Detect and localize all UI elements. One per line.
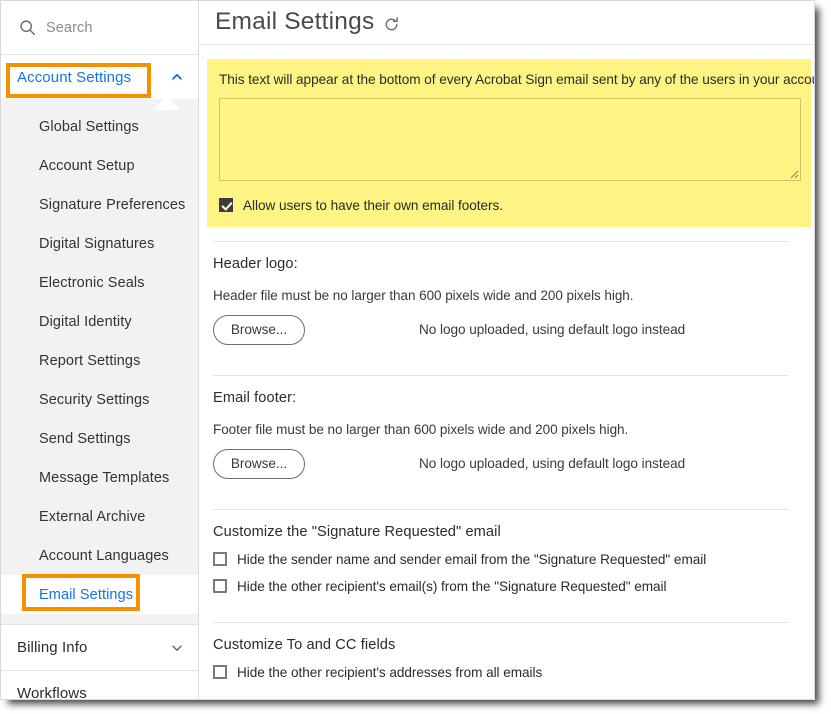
hide-recipient-addresses-label: Hide the other recipient's addresses fro…	[237, 664, 543, 680]
sidebar-item-global-settings[interactable]: Global Settings	[1, 107, 198, 146]
sidebar-item-label: Report Settings	[39, 352, 141, 369]
sidebar-item-security-settings[interactable]: Security Settings	[1, 380, 198, 419]
sidebar-item-label: Email Settings	[39, 586, 134, 603]
chevron-up-icon[interactable]	[170, 70, 184, 84]
main-content: Email Settings This text will appear at …	[199, 1, 814, 699]
header-logo-status: No logo uploaded, using default logo ins…	[419, 322, 686, 338]
chevron-down-icon[interactable]	[170, 641, 184, 655]
sidebar-group-account-settings[interactable]: Account Settings	[1, 55, 198, 99]
sidebar-item-message-templates[interactable]: Message Templates	[1, 458, 198, 497]
sidebar-group-billing-info[interactable]: Billing Info	[1, 624, 198, 670]
sidebar-group-label: Account Settings	[17, 68, 132, 86]
header-logo-note: Header file must be no larger than 600 p…	[213, 287, 634, 303]
header-logo-browse-button[interactable]: Browse...	[213, 314, 305, 345]
page-title: Email Settings	[215, 8, 375, 36]
sidebar-item-account-languages[interactable]: Account Languages	[1, 536, 198, 575]
sidebar-item-label: Account Setup	[39, 157, 135, 174]
signature-requested-option-row[interactable]: Hide the sender name and sender email fr…	[213, 540, 814, 567]
sidebar-item-digital-identity[interactable]: Digital Identity	[1, 302, 198, 341]
sidebar-item-label: Digital Signatures	[39, 235, 155, 252]
sidebar-group-label: Workflows	[17, 685, 87, 699]
sidebar-item-label: Send Settings	[39, 430, 131, 447]
sidebar-item-label: External Archive	[39, 508, 146, 525]
header-logo-browse-row: Browse... No logo uploaded, using defaul…	[213, 303, 814, 361]
sidebar-item-digital-signatures[interactable]: Digital Signatures	[1, 224, 198, 263]
page-header: Email Settings	[199, 1, 814, 45]
email-footer-logo-note: Footer file must be no larger than 600 p…	[213, 421, 629, 437]
sidebar-submenu-account-settings: Global Settings Account Setup Signature …	[1, 99, 198, 624]
sidebar-item-email-settings[interactable]: Email Settings	[1, 575, 198, 614]
header-logo-title: Header logo:	[213, 255, 298, 272]
sidebar-item-report-settings[interactable]: Report Settings	[1, 341, 198, 380]
signature-requested-title: Customize the "Signature Requested" emai…	[213, 523, 501, 540]
sidebar-item-account-setup[interactable]: Account Setup	[1, 146, 198, 185]
allow-own-footers-label: Allow users to have their own email foot…	[243, 197, 503, 213]
screenshot-root: Search Account Settings Global Settings …	[0, 0, 831, 714]
email-footer-logo-section: Email footer: Footer file must be no lar…	[199, 376, 814, 509]
search-icon	[20, 20, 36, 36]
search-placeholder: Search	[46, 19, 93, 36]
signature-requested-option-row[interactable]: Hide the other recipient's email(s) from…	[213, 567, 814, 594]
sidebar-item-label: Account Languages	[39, 547, 169, 564]
sidebar-item-electronic-seals[interactable]: Electronic Seals	[1, 263, 198, 302]
refresh-icon[interactable]	[383, 16, 400, 33]
hide-recipient-addresses-checkbox[interactable]	[213, 665, 227, 680]
email-footer-logo-browse-button[interactable]: Browse...	[213, 448, 305, 479]
sidebar-item-label: Global Settings	[39, 118, 139, 135]
to-cc-fields-section: Customize To and CC fields Hide the othe…	[199, 623, 814, 694]
sidebar: Search Account Settings Global Settings …	[1, 1, 199, 699]
email-footer-logo-status: No logo uploaded, using default logo ins…	[419, 456, 686, 472]
email-footer-logo-title: Email footer:	[213, 389, 297, 406]
header-logo-section: Header logo: Header file must be no larg…	[199, 242, 814, 375]
allow-own-footers-row[interactable]: Allow users to have their own email foot…	[219, 198, 797, 213]
app-window: Search Account Settings Global Settings …	[0, 0, 815, 700]
hide-sender-name-checkbox[interactable]	[213, 552, 227, 567]
sidebar-item-external-archive[interactable]: External Archive	[1, 497, 198, 536]
hide-other-recipient-emails-checkbox[interactable]	[213, 579, 227, 594]
email-footer-panel: This text will appear at the bottom of e…	[207, 59, 814, 227]
email-footer-description: This text will appear at the bottom of e…	[219, 72, 814, 87]
to-cc-fields-title: Customize To and CC fields	[213, 636, 396, 653]
sidebar-item-label: Digital Identity	[39, 313, 132, 330]
sidebar-group-label: Billing Info	[17, 639, 88, 656]
sidebar-item-label: Message Templates	[39, 469, 170, 486]
sidebar-item-label: Security Settings	[39, 391, 150, 408]
email-footer-textarea[interactable]	[219, 97, 801, 181]
sidebar-item-label: Signature Preferences	[39, 196, 186, 213]
sidebar-item-label: Electronic Seals	[39, 274, 145, 291]
to-cc-option-row[interactable]: Hide the other recipient's addresses fro…	[213, 653, 814, 680]
search-input[interactable]: Search	[1, 1, 198, 55]
submenu-notch	[152, 98, 182, 110]
sidebar-item-signature-preferences[interactable]: Signature Preferences	[1, 185, 198, 224]
hide-other-recipient-emails-label: Hide the other recipient's email(s) from…	[237, 578, 667, 594]
hide-sender-name-label: Hide the sender name and sender email fr…	[237, 551, 707, 567]
sidebar-group-workflows[interactable]: Workflows	[1, 670, 198, 699]
allow-own-footers-checkbox[interactable]	[219, 198, 233, 213]
sidebar-item-send-settings[interactable]: Send Settings	[1, 419, 198, 458]
email-footer-logo-browse-row: Browse... No logo uploaded, using defaul…	[213, 437, 814, 495]
signature-requested-section: Customize the "Signature Requested" emai…	[199, 510, 814, 608]
